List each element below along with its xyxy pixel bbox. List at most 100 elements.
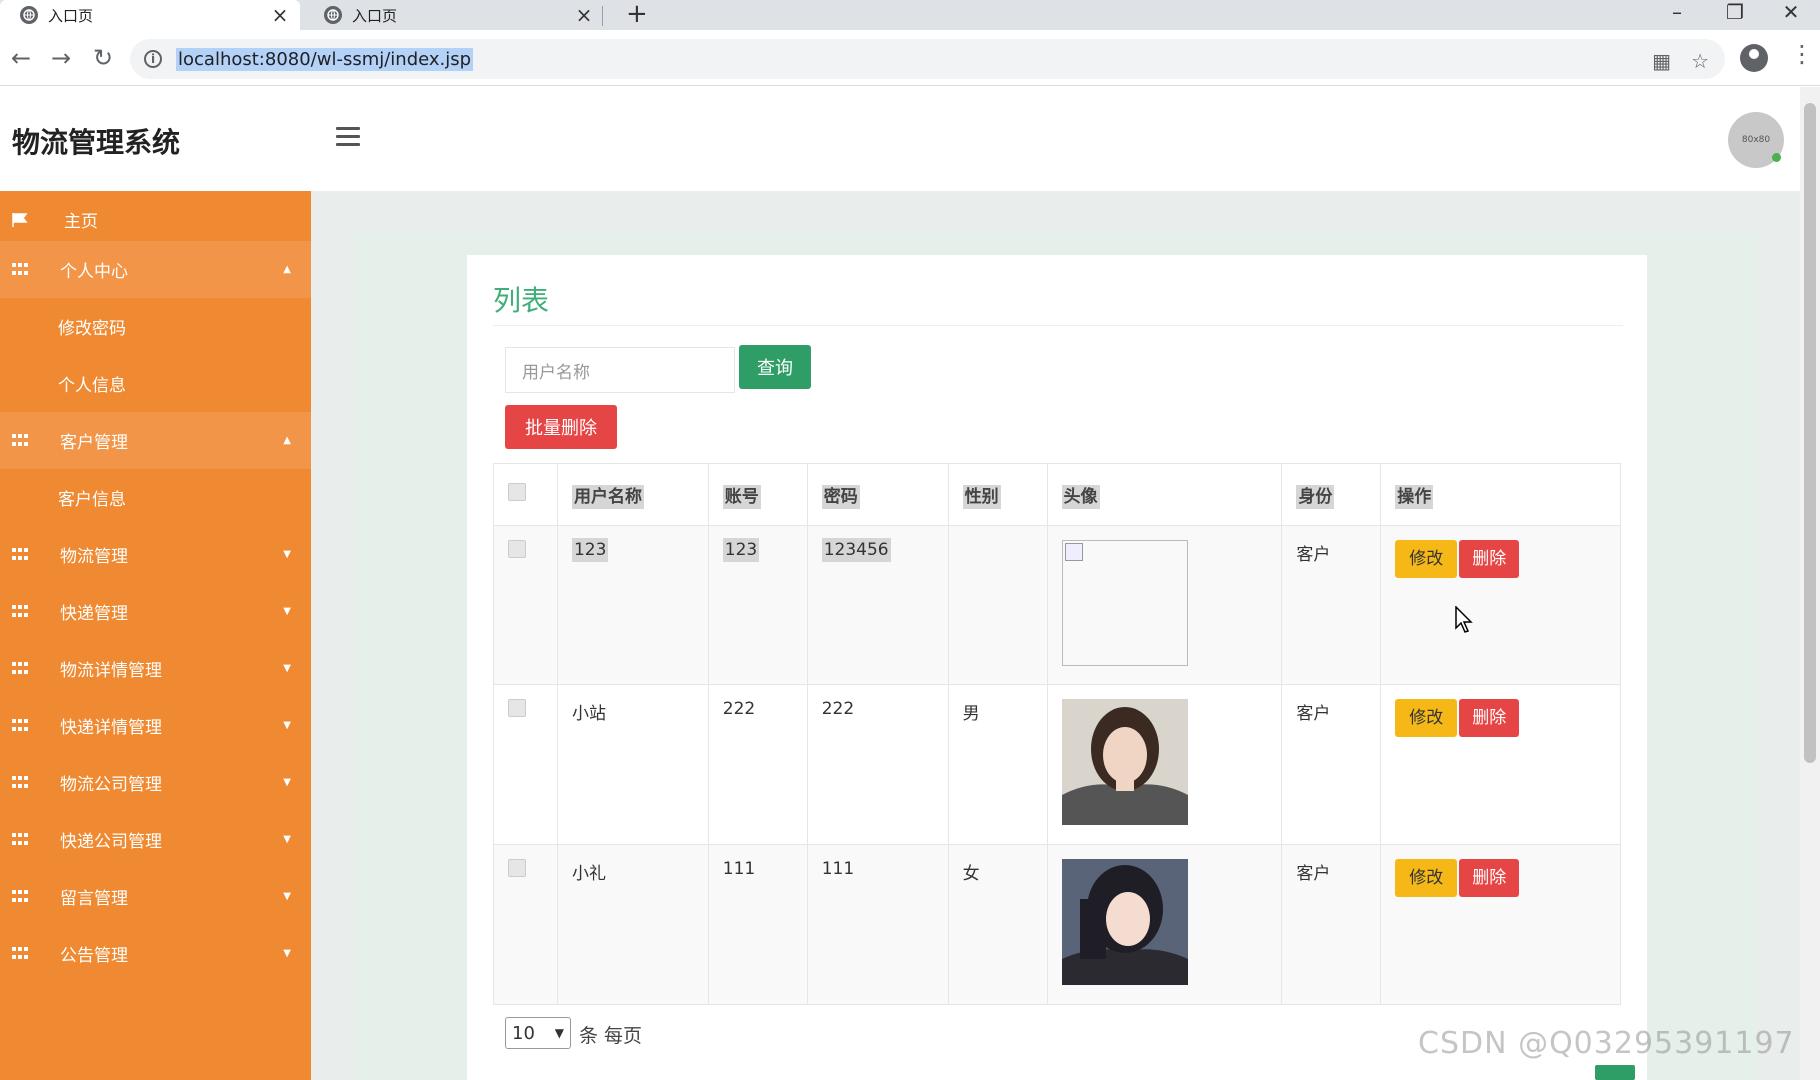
chevron-down-icon: ▼ bbox=[554, 1026, 564, 1040]
sidebar-item-express[interactable]: 快递管理 ▼ bbox=[0, 583, 311, 640]
page-size-value: 10 bbox=[512, 1022, 535, 1044]
sidebar-item-logistics[interactable]: 物流管理 ▼ bbox=[0, 526, 311, 583]
cell-gender: 女 bbox=[947, 844, 1048, 1005]
reload-button[interactable]: ↻ bbox=[88, 44, 118, 74]
column-header: 操作 bbox=[1380, 463, 1621, 526]
browser-tab[interactable]: 入口页 × bbox=[304, 0, 604, 30]
title-divider bbox=[493, 325, 1623, 326]
url-input[interactable]: i localhost:8080/wl-ssmj/index.jsp ▦ ☆ bbox=[130, 39, 1725, 79]
info-icon[interactable]: i bbox=[144, 50, 162, 68]
grid-icon bbox=[12, 832, 30, 847]
new-tab-button[interactable]: + bbox=[626, 0, 648, 30]
cell-password: 123456 bbox=[821, 538, 891, 562]
address-bar: ← → ↻ i localhost:8080/wl-ssmj/index.jsp… bbox=[0, 30, 1820, 86]
cell-role: 客户 bbox=[1281, 844, 1382, 1005]
back-button[interactable]: ← bbox=[6, 44, 36, 74]
username-search-input[interactable]: 用户名称 bbox=[505, 347, 735, 393]
grid-icon bbox=[12, 718, 30, 733]
close-window-button[interactable]: ✕ bbox=[1762, 0, 1820, 30]
select-all-checkbox[interactable] bbox=[508, 483, 526, 501]
caret-down-icon: ▼ bbox=[283, 720, 291, 731]
url-text[interactable]: localhost:8080/wl-ssmj/index.jsp bbox=[176, 47, 474, 71]
page-scrollbar[interactable] bbox=[1800, 87, 1820, 1080]
delete-button[interactable]: 删除 bbox=[1459, 699, 1520, 737]
sidebar-subitem-change-password[interactable]: 修改密码 bbox=[0, 298, 311, 355]
profile-icon[interactable] bbox=[1740, 44, 1768, 72]
edit-button[interactable]: 修改 bbox=[1395, 699, 1458, 737]
mouse-cursor-icon bbox=[1455, 606, 1473, 633]
delete-button[interactable]: 删除 bbox=[1459, 540, 1520, 578]
forward-button[interactable]: → bbox=[46, 44, 76, 74]
globe-icon bbox=[324, 6, 342, 24]
browser-tab[interactable]: 入口页 × bbox=[0, 0, 300, 30]
sidebar-item-label: 客户信息 bbox=[58, 490, 126, 510]
column-header: 性别 bbox=[947, 463, 1048, 526]
cell-gender bbox=[947, 525, 1048, 685]
online-status-dot bbox=[1772, 153, 1781, 162]
sidebar-item-customer-management[interactable]: 客户管理 ▲ bbox=[0, 412, 311, 469]
app-header: 物流管理系统 80x80 bbox=[0, 87, 1800, 191]
current-page-button[interactable] bbox=[1595, 1065, 1635, 1080]
cell-role: 客户 bbox=[1281, 684, 1382, 845]
sidebar-subitem-personal-info[interactable]: 个人信息 bbox=[0, 355, 311, 412]
browser-menu-icon[interactable]: ⋮ bbox=[1790, 40, 1814, 68]
caret-down-icon: ▼ bbox=[283, 606, 291, 617]
tab-close-icon[interactable]: × bbox=[270, 3, 290, 27]
sidebar-item-express-company[interactable]: 快递公司管理 ▼ bbox=[0, 811, 311, 868]
flag-icon bbox=[12, 212, 28, 227]
hamburger-menu-icon[interactable] bbox=[336, 127, 360, 147]
minimize-button[interactable]: – bbox=[1648, 0, 1706, 30]
caret-up-icon: ▲ bbox=[283, 264, 291, 275]
sidebar-subitem-customer-info[interactable]: 客户信息 bbox=[0, 469, 311, 526]
sidebar-item-label: 个人中心 bbox=[60, 262, 128, 282]
cell-gender: 男 bbox=[947, 684, 1048, 845]
edit-button[interactable]: 修改 bbox=[1395, 540, 1458, 578]
column-header: 头像 bbox=[1046, 463, 1283, 526]
sidebar-item-label: 快递管理 bbox=[60, 604, 128, 624]
grid-icon bbox=[12, 547, 30, 562]
row-checkbox[interactable] bbox=[508, 859, 526, 877]
sidebar-item-personal-center[interactable]: 个人中心 ▲ bbox=[0, 241, 311, 298]
batch-delete-button[interactable]: 批量删除 bbox=[505, 405, 617, 449]
caret-down-icon: ▼ bbox=[283, 777, 291, 788]
cell-account: 222 bbox=[707, 684, 808, 845]
table-header-row: 用户名称 账号 密码 性别 头像 身份 操作 bbox=[493, 463, 1621, 526]
sidebar-item-logistics-detail[interactable]: 物流详情管理 ▼ bbox=[0, 640, 311, 697]
sidebar-item-express-detail[interactable]: 快递详情管理 ▼ bbox=[0, 697, 311, 754]
column-header: 密码 bbox=[806, 463, 949, 526]
sidebar-item-announcements[interactable]: 公告管理 ▼ bbox=[0, 925, 311, 982]
row-checkbox[interactable] bbox=[508, 540, 526, 558]
user-table: 用户名称 账号 密码 性别 头像 身份 操作 123 123 123456 客户… bbox=[493, 463, 1621, 1005]
cell-role: 客户 bbox=[1281, 525, 1382, 685]
grid-icon bbox=[12, 889, 30, 904]
tab-divider bbox=[602, 6, 603, 26]
query-button[interactable]: 查询 bbox=[739, 345, 811, 389]
globe-icon bbox=[20, 6, 38, 24]
sidebar-item-messages[interactable]: 留言管理 ▼ bbox=[0, 868, 311, 925]
caret-down-icon: ▼ bbox=[283, 948, 291, 959]
grid-icon bbox=[12, 262, 30, 277]
avatar-photo bbox=[1061, 859, 1188, 985]
grid-icon bbox=[12, 661, 30, 676]
edit-button[interactable]: 修改 bbox=[1395, 859, 1458, 897]
table-row: 小站 222 222 男 客户 修改 删除 bbox=[493, 684, 1621, 845]
delete-button[interactable]: 删除 bbox=[1459, 859, 1520, 897]
sidebar-item-logistics-company[interactable]: 物流公司管理 ▼ bbox=[0, 754, 311, 811]
restore-button[interactable]: ❐ bbox=[1706, 0, 1764, 30]
app-brand: 物流管理系统 bbox=[12, 126, 181, 159]
grid-icon bbox=[12, 775, 30, 790]
page-size-select[interactable]: 10 ▼ bbox=[505, 1017, 571, 1049]
tab-close-icon[interactable]: × bbox=[574, 3, 594, 27]
qr-code-icon[interactable]: ▦ bbox=[1652, 49, 1671, 73]
grid-icon bbox=[12, 946, 30, 961]
sidebar-item-label: 物流管理 bbox=[60, 547, 128, 567]
caret-down-icon: ▼ bbox=[283, 834, 291, 845]
table-row: 123 123 123456 客户 修改 删除 bbox=[493, 525, 1621, 685]
row-checkbox[interactable] bbox=[508, 699, 526, 717]
sidebar-item-home[interactable]: 主页 bbox=[0, 191, 311, 248]
sidebar-item-label: 物流公司管理 bbox=[60, 775, 162, 795]
sidebar-item-label: 主页 bbox=[64, 212, 98, 232]
cell-username: 小礼 bbox=[556, 844, 709, 1005]
bookmark-star-icon[interactable]: ☆ bbox=[1691, 49, 1709, 73]
scrollbar-thumb[interactable] bbox=[1804, 103, 1816, 763]
